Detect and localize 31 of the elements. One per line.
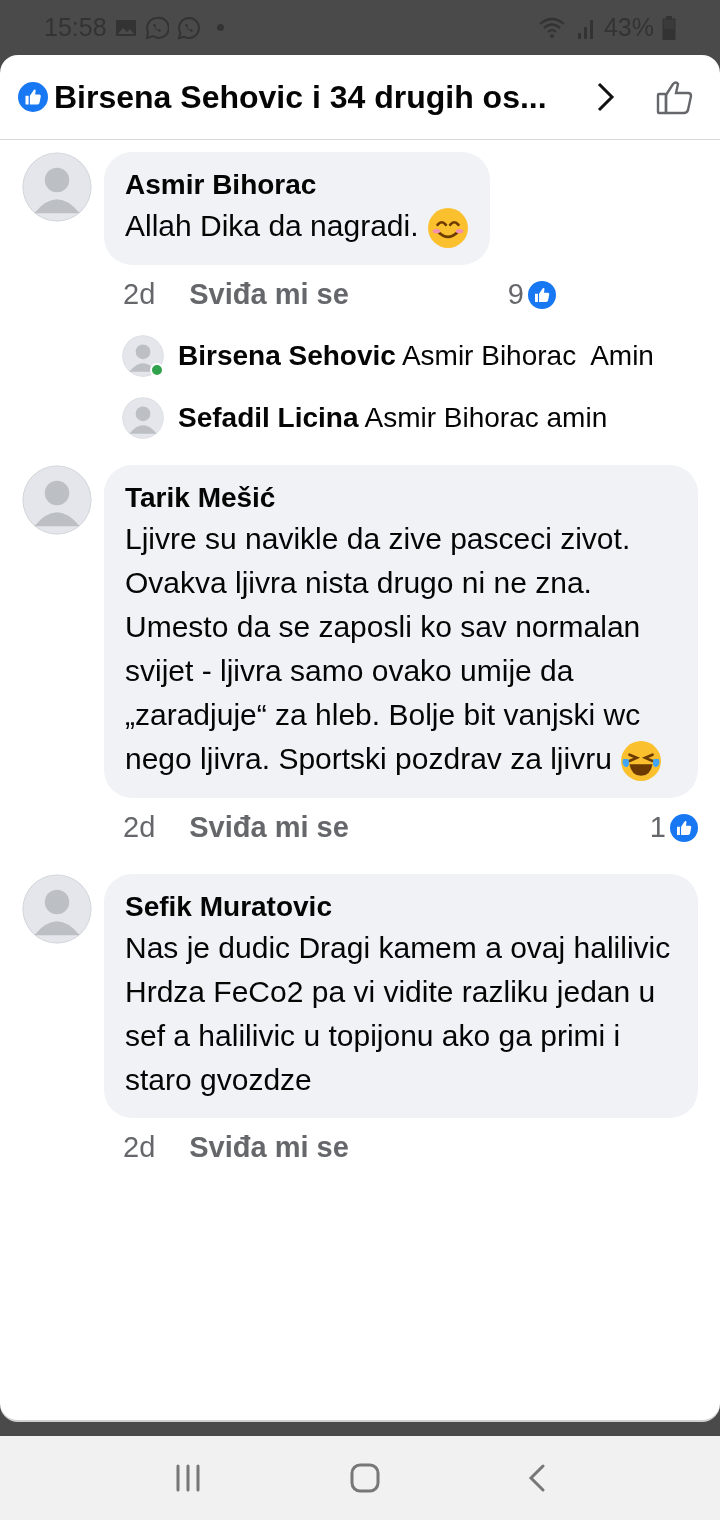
like-reaction-icon xyxy=(528,281,556,310)
reaction-count: 1 xyxy=(649,810,666,846)
comment-text: Ljivre su navikle da zive pasceci zivot. Ovakva ljivra nista drugo ni ne zna. Umesto da se zaposli ko sav normalan svijet - ljivra samo ovako umije da „zaradjuje“ za hleb. Bolje bit vanjski wc nego ljivra. Sportski pozdrav za ljivru xyxy=(125,517,677,783)
comment-author[interactable]: Sefik Muratovic xyxy=(125,888,677,927)
like-reaction-icon xyxy=(18,82,48,112)
home-icon[interactable] xyxy=(350,1463,380,1493)
recent-apps-icon[interactable] xyxy=(174,1464,202,1492)
like-link[interactable]: Sviđa mi se xyxy=(189,806,349,850)
reactions-title[interactable]: Birsena Sehovic i 34 drugih os... xyxy=(54,73,596,121)
comment-age: 2d xyxy=(123,277,156,313)
phone-chat-icon xyxy=(144,15,169,40)
back-icon[interactable] xyxy=(528,1464,546,1492)
avatar[interactable] xyxy=(122,335,164,378)
like-link[interactable]: Sviđa mi se xyxy=(189,273,349,317)
chat-bubble-icon xyxy=(176,15,201,40)
comment-author[interactable]: Asmir Bihorac xyxy=(125,166,469,204)
like-link[interactable]: Sviđa mi se xyxy=(189,1126,349,1170)
comment-text: Nas je dudic Dragi kamem a ovaj halilivic Hrdza FeCo2 pa vi vidite razliku jedan u sef a halilivic u topijonu ako ga primi i staro gvozdze xyxy=(125,930,672,1099)
like-reaction-icon xyxy=(670,814,698,843)
comment-age: 2d xyxy=(123,1130,156,1166)
reply-author[interactable]: Sefadil Licina xyxy=(178,397,359,440)
reply-text: Asmir Bihorac amin xyxy=(364,401,608,436)
reply-author[interactable]: Birsena Sehovic xyxy=(178,335,396,378)
reply-text: Asmir Bihorac Amin xyxy=(401,339,654,374)
battery-icon xyxy=(662,15,676,40)
comment-author[interactable]: Tarik Mešić xyxy=(125,479,677,518)
reaction-count: 9 xyxy=(507,277,524,313)
chevron-right-icon[interactable] xyxy=(596,81,616,113)
comment-age: 2d xyxy=(123,810,156,846)
thumbs-up-icon[interactable] xyxy=(656,79,694,115)
comment-text: Allah Dika da nagradi. xyxy=(125,204,469,250)
